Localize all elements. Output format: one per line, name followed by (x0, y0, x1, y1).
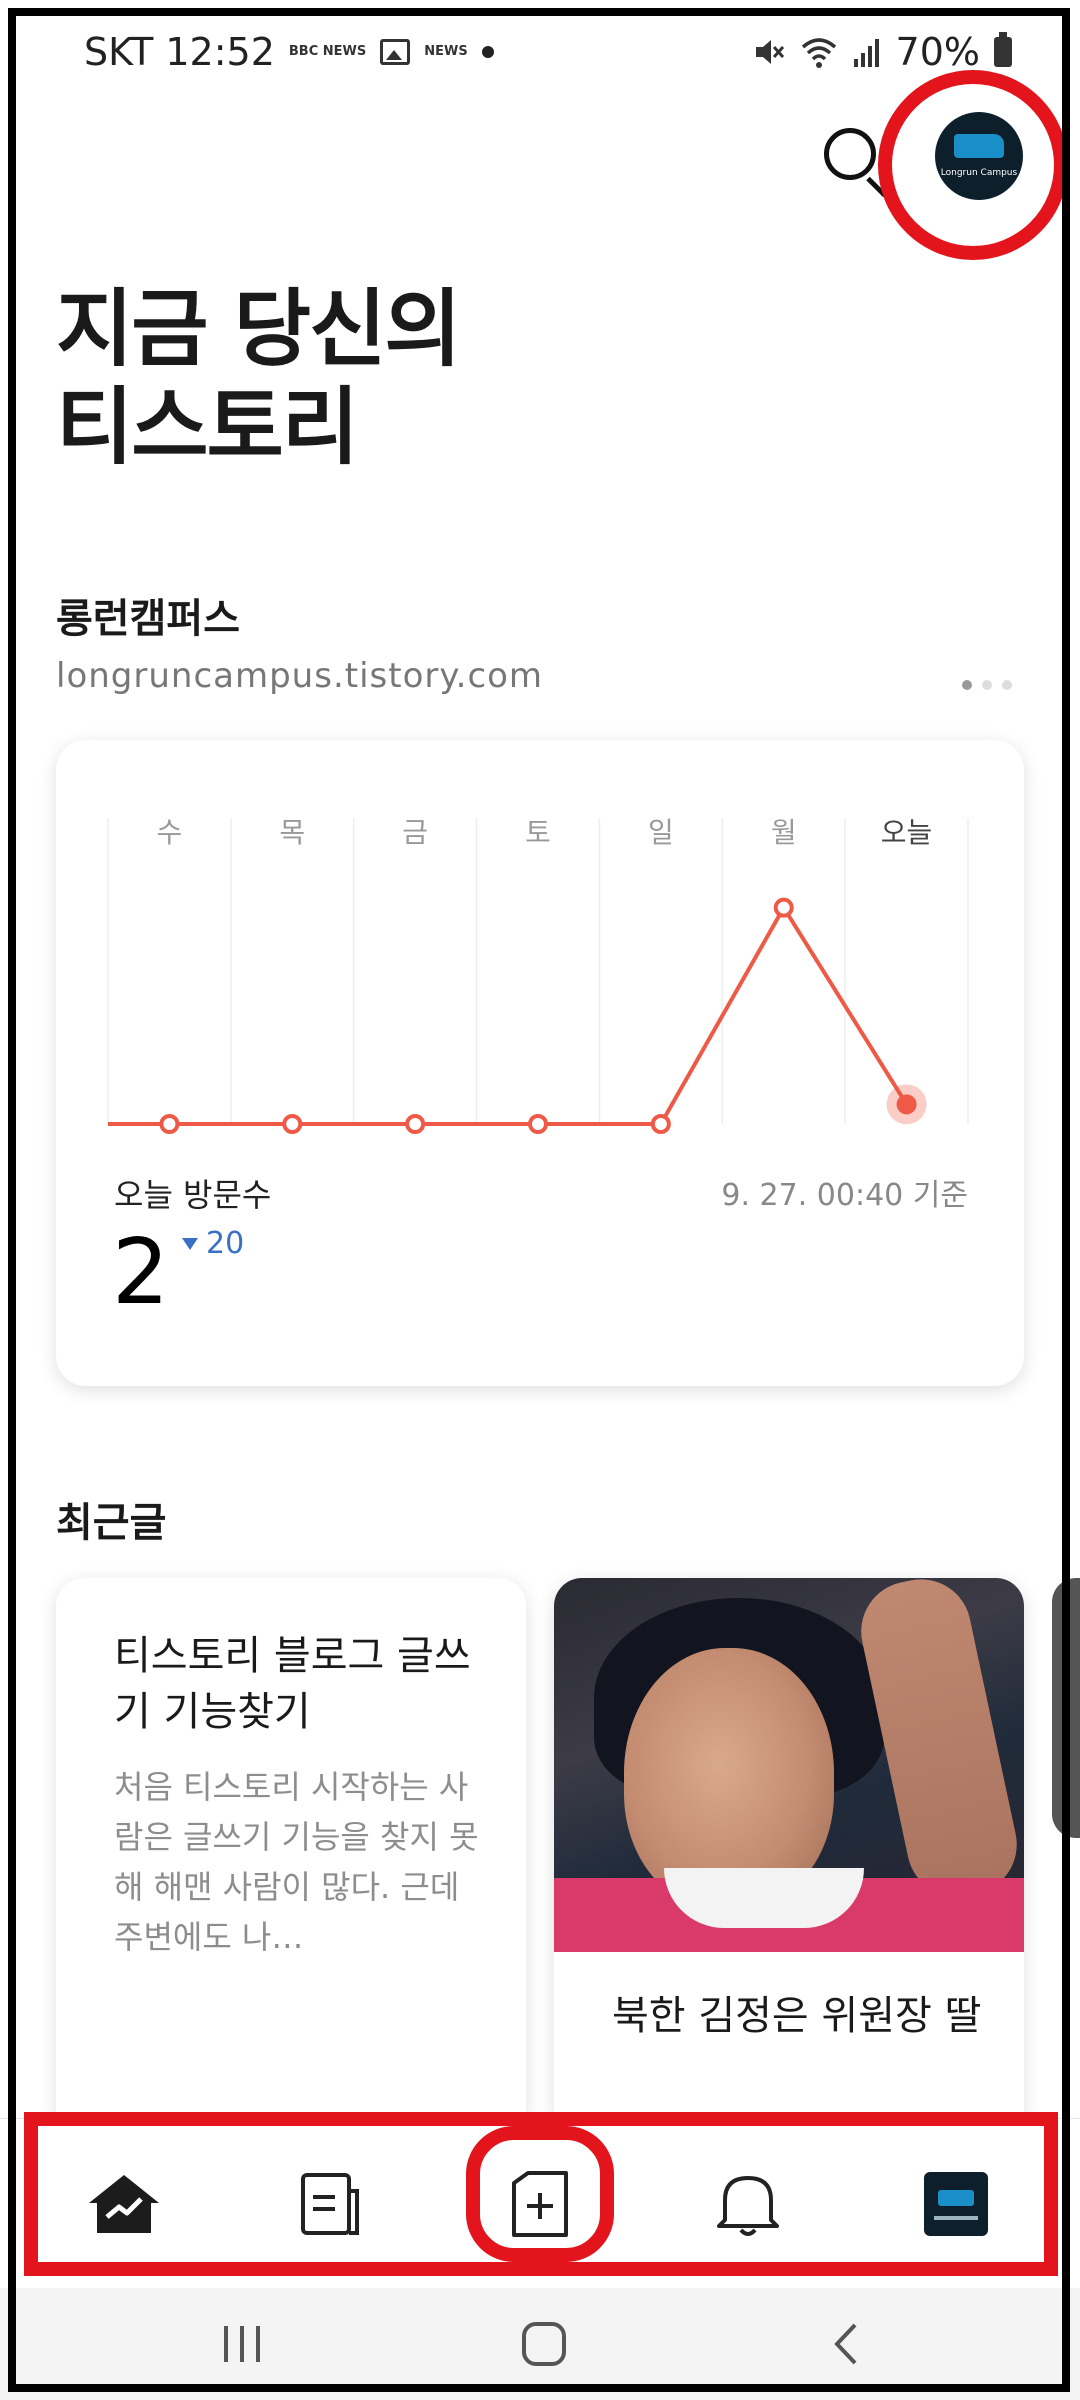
visitor-chart: 수 목 금 토 일 월 오늘 (107, 816, 969, 1178)
today-visits-count: 2 (112, 1220, 170, 1325)
post-card[interactable]: 북한 김정은 위원장 딸 (554, 1578, 1024, 2138)
recent-apps-icon (224, 2326, 260, 2362)
visits-delta-value: 20 (206, 1226, 245, 1261)
home-button[interactable] (484, 2288, 604, 2400)
blog-url[interactable]: longruncampus.tistory.com (56, 656, 543, 696)
write-post-icon (512, 2171, 568, 2237)
mute-icon (755, 40, 784, 64)
visitor-line-chart: 수 목 금 토 일 월 오늘 (107, 816, 969, 1134)
arrow-down-icon (182, 1237, 198, 1250)
chart-point (282, 1114, 303, 1134)
nav-posts[interactable] (270, 2119, 390, 2289)
home-icon (522, 2322, 566, 2366)
chart-point (773, 897, 794, 918)
stats-home-icon (89, 2175, 159, 2233)
app-screen: SKT 12:52 BBC NEWS NEWS 70% Longrun Camp… (0, 0, 1080, 2400)
longrun-logo-icon (954, 134, 1004, 158)
visits-delta: 20 (182, 1226, 244, 1261)
page-title-line2: 티스토리 (56, 378, 359, 476)
page-title-line1: 지금 당신의 (56, 280, 462, 378)
pager-dot (962, 680, 972, 690)
notification-bell-icon (717, 2176, 779, 2236)
status-bar: SKT 12:52 BBC NEWS NEWS 70% (0, 0, 1080, 100)
thumbnail-collar-shape (664, 1868, 864, 1928)
chart-day-label: 목 (279, 816, 305, 849)
chart-point (650, 1114, 671, 1134)
next-post-card-peek[interactable] (1052, 1578, 1080, 1838)
blog-pager (962, 680, 1012, 690)
blog-name[interactable]: 롱런캠퍼스 (56, 586, 240, 644)
status-right: 70% (752, 24, 1012, 80)
post-title: 북한 김정은 위원장 딸 (612, 1993, 982, 2039)
nbc-news-icon: NEWS (424, 44, 468, 59)
status-left: SKT 12:52 BBC NEWS NEWS (84, 24, 494, 80)
page-title: 지금 당신의 티스토리 (56, 280, 462, 476)
chart-day-label: 일 (648, 816, 674, 849)
bbc-news-icon: BBC NEWS (288, 44, 367, 59)
recent-apps-button[interactable] (182, 2288, 302, 2400)
system-nav-bar (0, 2288, 1080, 2400)
chart-series-line (169, 905, 909, 1126)
pager-dot (982, 680, 992, 690)
signal-icon (853, 39, 879, 67)
chart-day-label: 오늘 (881, 816, 933, 849)
posts-icon (301, 2173, 359, 2235)
carrier-time: SKT 12:52 (84, 30, 275, 74)
visitor-stats-card[interactable]: 수 목 금 토 일 월 오늘 오늘 방문수 9. 27. 00:40 기준 2 20 (56, 740, 1024, 1386)
chart-point (159, 1114, 180, 1134)
post-thumbnail (554, 1578, 1024, 1952)
chart-day-label: 수 (157, 816, 183, 849)
chart-day-label: 월 (771, 816, 797, 849)
recent-posts-title: 최근글 (56, 1500, 167, 1546)
profile-blog-icon (924, 2172, 988, 2236)
post-excerpt: 처음 티스토리 시작하는 사람은 글쓰기 기능을 찾지 못해 해맨 사람이 많다… (114, 1768, 479, 1956)
pager-dot (1002, 680, 1012, 690)
more-notifications-icon (481, 46, 494, 58)
back-button[interactable] (786, 2288, 906, 2400)
nav-write-post[interactable] (480, 2119, 600, 2289)
stats-timestamp: 9. 27. 00:40 기준 (721, 1178, 968, 1213)
search-icon (824, 128, 876, 180)
gallery-notification-icon (380, 39, 411, 65)
nav-notifications[interactable] (688, 2119, 808, 2289)
post-card[interactable]: 티스토리 블로그 글쓰기 기능찾기 처음 티스토리 시작하는 사람은 글쓰기 기… (56, 1578, 526, 2138)
wifi-icon (801, 38, 836, 68)
back-icon (834, 2323, 857, 2365)
profile-logo-text: Longrun Campus (940, 168, 1018, 178)
today-visits-label: 오늘 방문수 (114, 1176, 272, 1214)
search-button[interactable] (820, 124, 887, 198)
chart-point-today (896, 1094, 917, 1115)
post-title: 티스토리 블로그 글쓰기 기능찾기 (114, 1633, 471, 1735)
chart-day-label: 토 (525, 816, 551, 849)
battery-icon (994, 32, 1012, 67)
bottom-nav (0, 2118, 1080, 2288)
chart-day-label: 금 (402, 816, 428, 849)
profile-avatar-button[interactable]: Longrun Campus (935, 112, 1023, 200)
chart-point (528, 1114, 548, 1134)
nav-stats-home[interactable] (64, 2119, 184, 2289)
chart-point (405, 1114, 426, 1134)
battery-percent: 70% (895, 30, 980, 74)
search-icon-handle (866, 176, 887, 198)
nav-profile[interactable] (896, 2119, 1016, 2289)
